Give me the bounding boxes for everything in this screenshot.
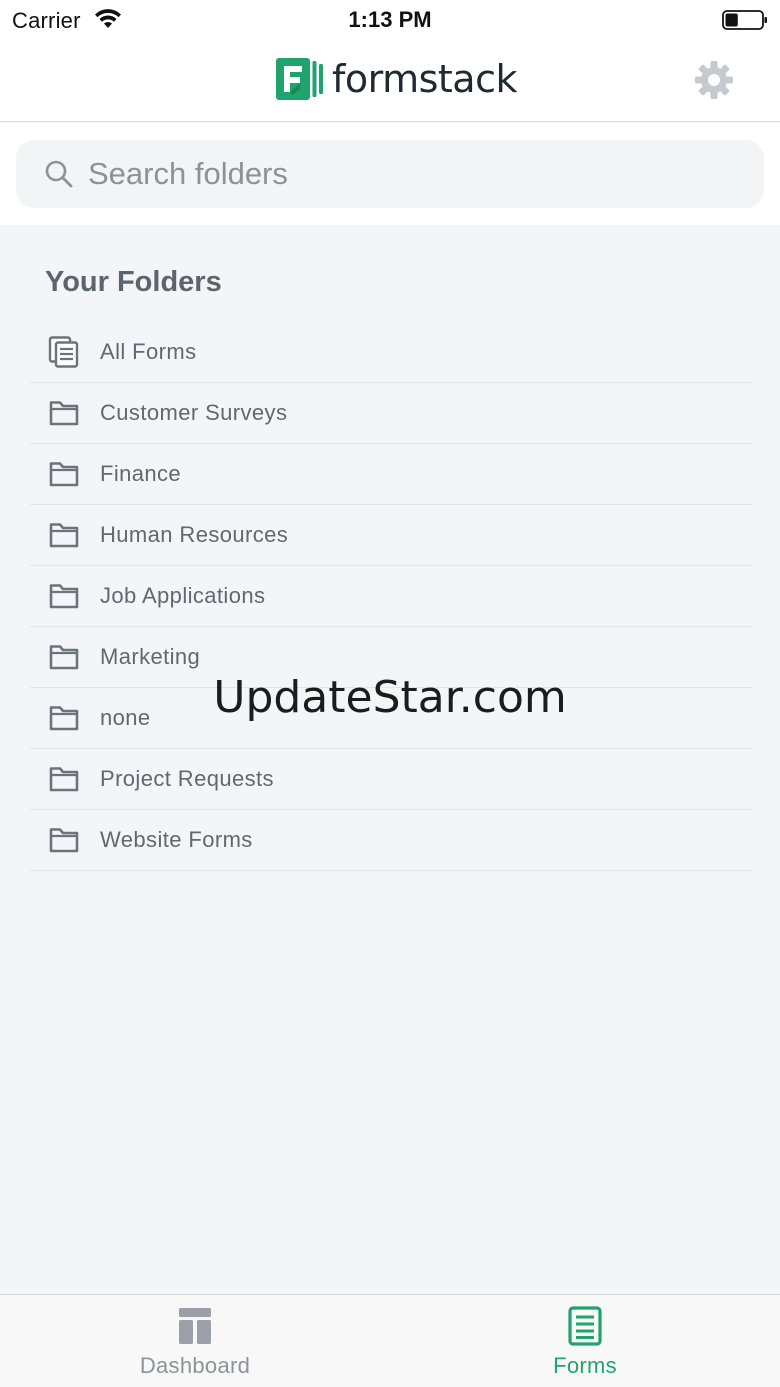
watermark: UpdateStar.com bbox=[213, 672, 567, 723]
folder-icon bbox=[49, 462, 79, 487]
folder-item-website-forms[interactable]: Website Forms bbox=[30, 810, 752, 871]
tab-label: Forms bbox=[553, 1353, 617, 1378]
tab-bar: Dashboard Forms bbox=[0, 1294, 780, 1387]
folder-icon bbox=[49, 767, 79, 792]
folder-label: Human Resources bbox=[100, 522, 289, 547]
forms-icon bbox=[568, 1306, 602, 1346]
folder-icon bbox=[49, 645, 79, 670]
folder-label: Project Requests bbox=[100, 766, 274, 791]
search-input[interactable] bbox=[88, 156, 728, 192]
folder-icon bbox=[49, 401, 79, 426]
folder-icon bbox=[49, 523, 79, 548]
formstack-logo-icon bbox=[276, 58, 323, 100]
folder-item-all-forms[interactable]: All Forms bbox=[30, 322, 752, 383]
folder-icon bbox=[49, 828, 79, 853]
folder-list: All Forms Customer Surveys Finance Human… bbox=[30, 322, 752, 871]
app-header: formstack bbox=[0, 40, 780, 122]
dashboard-icon bbox=[179, 1308, 211, 1344]
folder-label: Website Forms bbox=[100, 827, 253, 852]
gear-icon[interactable] bbox=[692, 58, 736, 102]
search-icon bbox=[45, 160, 73, 188]
folder-item-customer-surveys[interactable]: Customer Surveys bbox=[30, 383, 752, 444]
battery-icon bbox=[722, 10, 767, 30]
formstack-logo: formstack bbox=[276, 57, 517, 101]
folder-item-human-resources[interactable]: Human Resources bbox=[30, 505, 752, 566]
tab-dashboard[interactable]: Dashboard bbox=[0, 1295, 390, 1387]
search-box[interactable] bbox=[16, 140, 764, 208]
folder-label: Customer Surveys bbox=[100, 400, 288, 425]
tab-label: Dashboard bbox=[139, 1353, 251, 1378]
clock: 1:13 PM bbox=[348, 7, 432, 32]
folder-label: Job Applications bbox=[100, 583, 266, 608]
search-area bbox=[0, 123, 780, 225]
tab-forms[interactable]: Forms bbox=[390, 1295, 780, 1387]
folder-item-finance[interactable]: Finance bbox=[30, 444, 752, 505]
section-title: Your Folders bbox=[45, 266, 222, 298]
status-bar: Carrier 1:13 PM bbox=[0, 0, 780, 40]
forms-stack-icon bbox=[48, 336, 79, 368]
folder-label: All Forms bbox=[100, 339, 197, 364]
folder-label: Finance bbox=[100, 461, 182, 486]
logo-text: formstack bbox=[332, 57, 517, 101]
folder-item-job-applications[interactable]: Job Applications bbox=[30, 566, 752, 627]
folder-label: Marketing bbox=[100, 644, 201, 669]
folder-item-project-requests[interactable]: Project Requests bbox=[30, 749, 752, 810]
folder-icon bbox=[49, 584, 79, 609]
